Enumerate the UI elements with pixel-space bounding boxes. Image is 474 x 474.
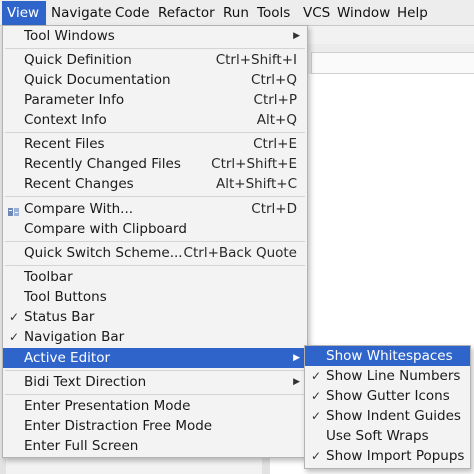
- menu-item-enter-distraction-free-mode[interactable]: Enter Distraction Free Mode: [3, 416, 307, 436]
- menu-item-label: Quick Switch Scheme...: [24, 245, 183, 261]
- menu-item-label: Compare with Clipboard: [24, 221, 187, 237]
- menu-item-label: Enter Presentation Mode: [24, 398, 191, 414]
- menu-navigate[interactable]: Navigate: [46, 1, 117, 25]
- menu-bar: View Navigate Code Refactor Run Tools VC…: [0, 0, 474, 26]
- menu-item-label: Toolbar: [24, 269, 73, 285]
- menu-item-label: Recently Changed Files: [24, 156, 181, 172]
- menu-item-label: Show Gutter Icons: [326, 388, 450, 404]
- menu-item-tool-windows[interactable]: Tool Windows ▶: [3, 26, 307, 46]
- menu-tools[interactable]: Tools: [252, 1, 295, 25]
- compare-icon: [8, 204, 19, 216]
- menu-item-label: Quick Documentation: [24, 72, 171, 88]
- menu-item-active-editor[interactable]: Active Editor ▶: [3, 348, 307, 368]
- menu-item-navigation-bar[interactable]: ✓ Navigation Bar: [3, 327, 307, 347]
- menu-item-label: Enter Full Screen: [24, 438, 139, 454]
- menu-item-label: Show Import Popups: [326, 448, 465, 464]
- menu-item-shortcut: Ctrl+D: [251, 201, 297, 217]
- menu-separator: [5, 241, 305, 242]
- checkmark-icon: ✓: [9, 310, 20, 324]
- submenu-item-show-indent-guides[interactable]: ✓ Show Indent Guides: [305, 406, 470, 426]
- checkmark-icon: ✓: [311, 409, 322, 423]
- menu-item-label: Use Soft Wraps: [326, 428, 429, 444]
- menu-separator: [5, 132, 305, 133]
- menu-item-label: Tool Buttons: [24, 289, 107, 305]
- menu-item-label: Compare With...: [24, 201, 134, 217]
- menu-separator: [5, 265, 305, 266]
- menu-item-shortcut: Ctrl+P: [253, 92, 297, 108]
- menu-separator: [5, 196, 305, 197]
- submenu-arrow-icon: ▶: [293, 353, 300, 363]
- menu-item-bidi-text-direction[interactable]: Bidi Text Direction ▶: [3, 372, 307, 392]
- menu-item-label: Parameter Info: [24, 92, 125, 108]
- menu-item-status-bar[interactable]: ✓ Status Bar: [3, 307, 307, 327]
- menu-item-label: Navigation Bar: [24, 329, 125, 345]
- menu-item-context-info[interactable]: Context Info Alt+Q: [3, 110, 307, 130]
- navigation-field: [311, 52, 474, 74]
- checkmark-icon: ✓: [311, 369, 322, 383]
- submenu-item-show-line-numbers[interactable]: ✓ Show Line Numbers: [305, 366, 470, 386]
- menu-item-enter-full-screen[interactable]: Enter Full Screen: [3, 436, 307, 456]
- menu-item-shortcut: Ctrl+Shift+I: [215, 52, 297, 68]
- menu-item-recent-files[interactable]: Recent Files Ctrl+E: [3, 134, 307, 154]
- view-menu-dropdown: Tool Windows ▶ Quick Definition Ctrl+Shi…: [2, 25, 308, 458]
- submenu-item-use-soft-wraps[interactable]: Use Soft Wraps: [305, 426, 470, 446]
- checkmark-icon: ✓: [311, 449, 322, 463]
- menu-item-shortcut: Ctrl+E: [253, 136, 297, 152]
- submenu-item-show-whitespaces[interactable]: Show Whitespaces: [305, 346, 470, 366]
- menu-refactor[interactable]: Refactor: [153, 1, 220, 25]
- menu-vcs[interactable]: VCS: [298, 1, 335, 25]
- menu-item-label: Quick Definition: [24, 52, 132, 68]
- menu-item-shortcut: Ctrl+Q: [251, 72, 297, 88]
- menu-item-enter-presentation-mode[interactable]: Enter Presentation Mode: [3, 396, 307, 416]
- menu-item-quick-definition[interactable]: Quick Definition Ctrl+Shift+I: [3, 50, 307, 70]
- menu-separator: [5, 48, 305, 49]
- ide-window: View Navigate Code Refactor Run Tools VC…: [0, 0, 474, 474]
- active-editor-submenu: Show Whitespaces ✓ Show Line Numbers ✓ S…: [304, 345, 471, 469]
- menu-item-quick-switch-scheme[interactable]: Quick Switch Scheme... Ctrl+Back Quote: [3, 243, 307, 263]
- menu-item-shortcut: Ctrl+Back Quote: [183, 245, 297, 261]
- menu-item-shortcut: Ctrl+Shift+E: [211, 156, 297, 172]
- menu-item-quick-documentation[interactable]: Quick Documentation Ctrl+Q: [3, 70, 307, 90]
- menu-item-parameter-info[interactable]: Parameter Info Ctrl+P: [3, 90, 307, 110]
- menu-item-label: Tool Windows: [24, 28, 115, 44]
- menu-item-label: Context Info: [24, 112, 107, 128]
- submenu-item-show-import-popups[interactable]: ✓ Show Import Popups: [305, 446, 470, 466]
- menu-item-label: Show Line Numbers: [326, 368, 461, 384]
- menu-item-shortcut: Alt+Shift+C: [215, 176, 297, 192]
- menu-help[interactable]: Help: [392, 1, 433, 25]
- menu-item-compare-with[interactable]: Compare With... Ctrl+D: [3, 199, 307, 219]
- menu-item-label: Show Whitespaces: [326, 348, 453, 364]
- menu-item-toolbar[interactable]: Toolbar: [3, 267, 307, 287]
- menu-item-label: Recent Files: [24, 136, 105, 152]
- menu-item-label: Show Indent Guides: [326, 408, 461, 424]
- submenu-item-show-gutter-icons[interactable]: ✓ Show Gutter Icons: [305, 386, 470, 406]
- menu-item-recent-changes[interactable]: Recent Changes Alt+Shift+C: [3, 174, 307, 194]
- checkmark-icon: ✓: [9, 330, 20, 344]
- menu-separator: [5, 370, 305, 371]
- menu-item-label: Enter Distraction Free Mode: [24, 418, 213, 434]
- menu-item-compare-with-clipboard[interactable]: Compare with Clipboard: [3, 219, 307, 239]
- menu-window[interactable]: Window: [332, 1, 395, 25]
- submenu-arrow-icon: ▶: [293, 31, 300, 41]
- menu-code[interactable]: Code: [110, 1, 155, 25]
- menu-item-label: Bidi Text Direction: [24, 374, 147, 390]
- menu-view[interactable]: View: [2, 1, 46, 25]
- submenu-arrow-icon: ▶: [293, 377, 300, 387]
- menu-item-shortcut: Alt+Q: [256, 112, 297, 128]
- menu-item-label: Status Bar: [24, 309, 95, 325]
- menu-item-label: Active Editor: [24, 350, 111, 366]
- checkmark-icon: ✓: [311, 389, 322, 403]
- menu-separator: [5, 394, 305, 395]
- menu-item-label: Recent Changes: [24, 176, 134, 192]
- menu-item-recently-changed-files[interactable]: Recently Changed Files Ctrl+Shift+E: [3, 154, 307, 174]
- menu-item-tool-buttons[interactable]: Tool Buttons: [3, 287, 307, 307]
- menu-run[interactable]: Run: [218, 1, 254, 25]
